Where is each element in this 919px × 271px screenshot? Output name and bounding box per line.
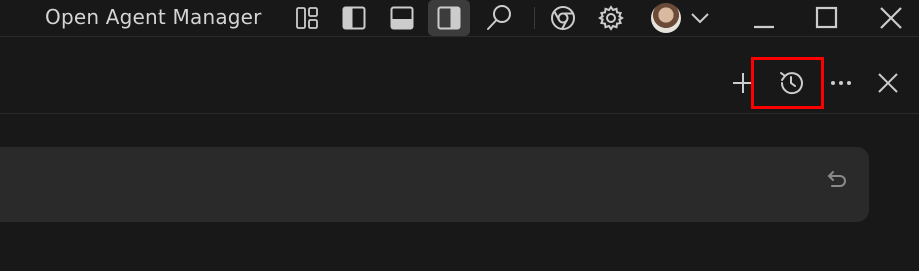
window-title: Open Agent Manager (45, 5, 262, 29)
more-actions-icon[interactable] (826, 69, 856, 97)
titlebar-divider (534, 7, 535, 29)
settings-gear-icon[interactable] (595, 3, 627, 33)
customize-layout-icon[interactable] (291, 4, 323, 32)
title-bar: Open Agent Manager (0, 0, 919, 37)
account-avatar[interactable] (651, 3, 681, 33)
chat-input-box[interactable] (0, 147, 869, 222)
minimize-icon[interactable] (749, 4, 779, 32)
chevron-down-icon[interactable] (688, 8, 712, 28)
close-panel-icon[interactable] (874, 69, 902, 97)
toggle-primary-sidebar-icon[interactable] (337, 3, 371, 33)
chrome-icon[interactable] (547, 3, 579, 33)
maximize-icon[interactable] (812, 4, 842, 32)
search-icon[interactable] (481, 2, 517, 34)
toggle-panel-icon[interactable] (385, 3, 419, 33)
close-window-icon[interactable] (876, 4, 906, 32)
history-highlight-box (751, 57, 824, 109)
toggle-secondary-sidebar-icon[interactable] (428, 0, 470, 36)
undo-icon[interactable] (823, 168, 849, 196)
